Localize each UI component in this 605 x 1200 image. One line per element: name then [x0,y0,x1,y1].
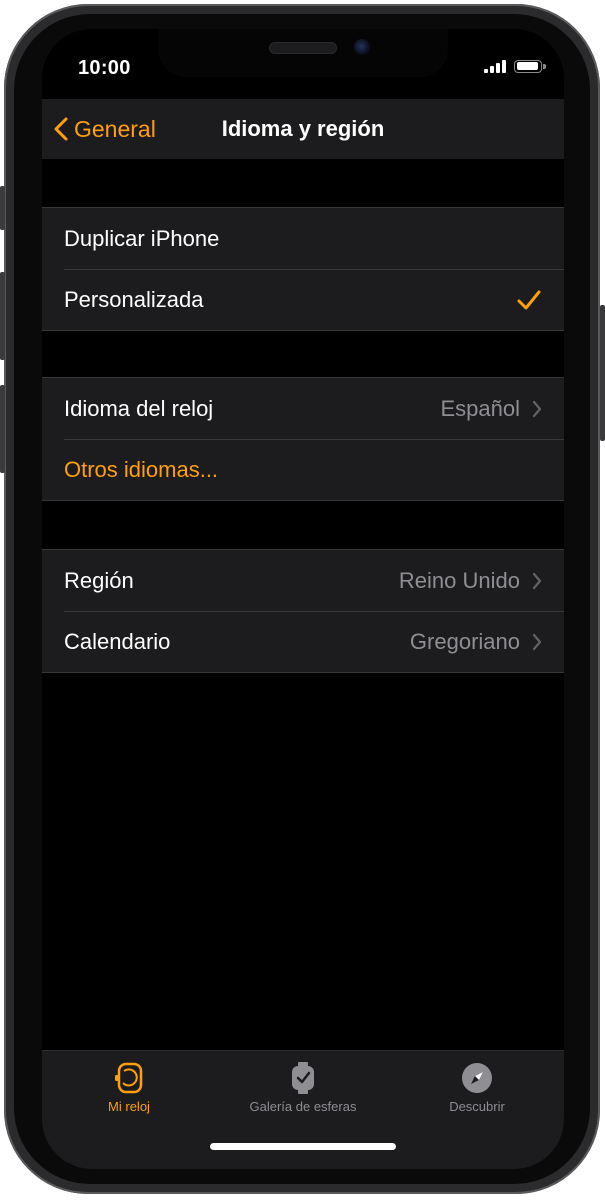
checkmark-icon [517,290,541,309]
earpiece-speaker [269,42,337,54]
tab-galeria-de-esferas[interactable]: Galería de esferas [216,1061,390,1114]
list-item-duplicar-iphone[interactable]: Duplicar iPhone [42,208,564,269]
tab-label: Descubrir [449,1099,505,1114]
front-camera [354,39,370,55]
row-label: Personalizada [64,286,204,312]
silent-switch [0,186,5,230]
language-group: Idioma del reloj Español Otros idiomas..… [42,377,564,501]
mirror-settings-group: Duplicar iPhone Personalizada [42,207,564,331]
battery-icon [514,59,546,73]
row-label: Región [64,567,134,593]
screen: 10:00 General Idioma y región Duplicar i… [42,29,564,1169]
chevron-right-icon [532,633,542,650]
chevron-right-icon [532,400,542,417]
cellular-signal-icon [484,59,506,73]
list-item-otros-idiomas[interactable]: Otros idiomas... [42,439,564,500]
section-spacer [42,501,564,549]
compass-icon [462,1063,492,1093]
status-time: 10:00 [78,57,131,79]
volume-up-button [0,272,5,360]
volume-down-button [0,385,5,473]
section-spacer [42,331,564,377]
list-item-idioma-del-reloj[interactable]: Idioma del reloj Español [42,378,564,439]
tab-mi-reloj[interactable]: Mi reloj [42,1061,216,1114]
power-button [600,305,605,441]
tab-descubrir[interactable]: Descubrir [390,1061,564,1114]
row-value: Reino Unido [398,567,520,593]
row-label: Duplicar iPhone [64,225,220,251]
list-item-calendario[interactable]: Calendario Gregoriano [42,611,564,672]
region-group: Región Reino Unido Calendario Gregoriano [42,549,564,673]
tab-bar: Mi reloj Galería de esferas Descubrir [42,1050,564,1169]
home-indicator[interactable] [210,1143,396,1150]
row-value: Español [440,395,520,421]
row-label: Idioma del reloj [64,395,214,421]
notch [158,29,448,77]
tab-label: Mi reloj [108,1099,150,1114]
status-icons [484,59,546,73]
watch-face-gallery-icon [292,1062,314,1094]
page-title: Idioma y región [221,116,385,141]
list-item-region[interactable]: Región Reino Unido [42,550,564,611]
chevron-right-icon [532,572,542,589]
row-label: Calendario [64,628,171,654]
row-value: Gregoriano [409,628,520,654]
navigation-bar: General Idioma y región [42,99,564,159]
row-label: Otros idiomas... [64,456,219,482]
watch-icon [115,1062,143,1094]
tab-label: Galería de esferas [249,1099,357,1114]
list-item-personalizada[interactable]: Personalizada [42,269,564,330]
section-spacer [42,159,564,207]
